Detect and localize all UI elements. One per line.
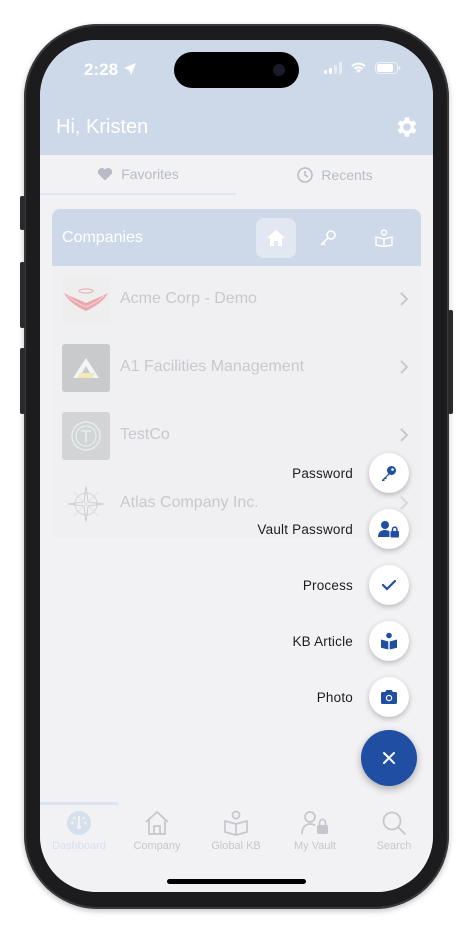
power-button bbox=[448, 310, 453, 414]
chevron-right-icon bbox=[400, 360, 409, 374]
favorites-recents-tabs: Favorites Recents bbox=[40, 155, 433, 195]
house-icon bbox=[145, 811, 169, 835]
tabbar-dashboard-label: Dashboard bbox=[52, 840, 106, 852]
search-icon bbox=[382, 811, 406, 835]
a1-logo bbox=[62, 344, 110, 392]
fab-close-button[interactable] bbox=[361, 730, 417, 786]
close-icon bbox=[383, 752, 395, 764]
book-reader-icon bbox=[381, 632, 397, 650]
dashboard-gauge-icon bbox=[67, 811, 91, 835]
fab-photo-label: Photo bbox=[316, 689, 353, 705]
tabbar-company[interactable]: Company bbox=[118, 810, 196, 852]
clock-icon bbox=[297, 167, 314, 183]
fab-process-button[interactable] bbox=[369, 565, 409, 605]
bottom-tab-bar: Dashboard Company Global KB My Vault Sea… bbox=[40, 802, 433, 892]
check-icon bbox=[381, 579, 397, 591]
atlas-compass-logo bbox=[62, 480, 110, 528]
house-icon bbox=[267, 230, 285, 246]
tabbar-dashboard[interactable]: Dashboard bbox=[40, 810, 118, 852]
tab-favorites-label: Favorites bbox=[121, 166, 179, 182]
location-arrow-icon bbox=[123, 63, 136, 75]
wifi-icon bbox=[351, 62, 366, 73]
active-tab-indicator bbox=[40, 802, 118, 805]
status-time: 2:28 bbox=[84, 60, 137, 80]
company-row[interactable]: Acme Corp - Demo bbox=[52, 266, 421, 334]
dynamic-island bbox=[174, 52, 299, 88]
user-lock-icon bbox=[301, 811, 328, 835]
fab-vault-password-label: Vault Password bbox=[257, 521, 353, 537]
home-indicator bbox=[167, 879, 306, 884]
tabbar-global-kb-label: Global KB bbox=[211, 840, 261, 852]
chevron-right-icon bbox=[400, 428, 409, 442]
greeting-title: Hi, Kristen bbox=[56, 116, 149, 138]
tab-recents[interactable]: Recents bbox=[237, 155, 433, 195]
fab-photo[interactable]: Photo bbox=[317, 677, 409, 717]
company-row[interactable]: A1 Facilities Management bbox=[52, 334, 421, 402]
user-lock-icon bbox=[378, 521, 399, 538]
volume-up-button bbox=[20, 262, 25, 328]
tabbar-my-vault-label: My Vault bbox=[294, 840, 336, 852]
tabbar-search[interactable]: Search bbox=[355, 810, 433, 852]
fab-password[interactable]: Password bbox=[292, 453, 409, 493]
tabbar-my-vault[interactable]: My Vault bbox=[276, 810, 354, 852]
volume-down-button bbox=[20, 348, 25, 414]
fab-password-button[interactable] bbox=[369, 453, 409, 493]
fab-process-label: Process bbox=[302, 577, 353, 593]
companies-passwords-button[interactable] bbox=[308, 218, 348, 258]
companies-header: Companies bbox=[52, 209, 421, 266]
company-name: TestCo bbox=[120, 426, 170, 443]
companies-kb-button[interactable] bbox=[364, 218, 404, 258]
fab-kb-article-button[interactable] bbox=[369, 621, 409, 661]
fab-kb-article-label: KB Article bbox=[292, 633, 353, 649]
tab-recents-label: Recents bbox=[321, 167, 373, 183]
chevron-right-icon bbox=[400, 292, 409, 306]
status-icons bbox=[324, 62, 401, 74]
fab-process[interactable]: Process bbox=[303, 565, 409, 605]
book-reader-icon bbox=[224, 810, 248, 836]
companies-list: Acme Corp - Demo A1 Facilities Managemen… bbox=[52, 266, 421, 538]
action-button bbox=[20, 196, 25, 230]
company-name: A1 Facilities Management bbox=[120, 358, 305, 375]
tabbar-company-label: Company bbox=[133, 840, 181, 852]
fab-vault-password-button[interactable] bbox=[369, 509, 409, 549]
fab-password-label: Password bbox=[292, 465, 353, 481]
testco-logo bbox=[62, 412, 110, 460]
key-icon bbox=[320, 230, 336, 246]
app-screen: 2:28 Hi, Kristen Favorites Recents Compa… bbox=[40, 40, 433, 892]
heart-icon bbox=[98, 167, 113, 181]
companies-home-button[interactable] bbox=[256, 218, 296, 258]
key-icon bbox=[382, 466, 396, 481]
company-name: Atlas Company Inc. bbox=[120, 494, 259, 511]
status-time-text: 2:28 bbox=[84, 60, 119, 79]
fab-vault-password[interactable]: Vault Password bbox=[257, 509, 409, 549]
battery-icon bbox=[375, 62, 401, 74]
tab-favorites[interactable]: Favorites bbox=[40, 155, 236, 195]
tabbar-global-kb[interactable]: Global KB bbox=[197, 810, 275, 852]
fab-photo-button[interactable] bbox=[369, 677, 409, 717]
acme-wings-logo bbox=[62, 276, 110, 324]
tabbar-search-label: Search bbox=[376, 840, 412, 852]
gear-icon[interactable] bbox=[393, 114, 419, 140]
camera-lens bbox=[273, 64, 285, 76]
camera-icon bbox=[381, 690, 397, 704]
companies-title: Companies bbox=[62, 229, 143, 246]
company-name: Acme Corp - Demo bbox=[120, 290, 257, 307]
signal-icon bbox=[324, 62, 342, 74]
book-reader-icon bbox=[375, 229, 393, 247]
fab-kb-article[interactable]: KB Article bbox=[292, 621, 409, 661]
